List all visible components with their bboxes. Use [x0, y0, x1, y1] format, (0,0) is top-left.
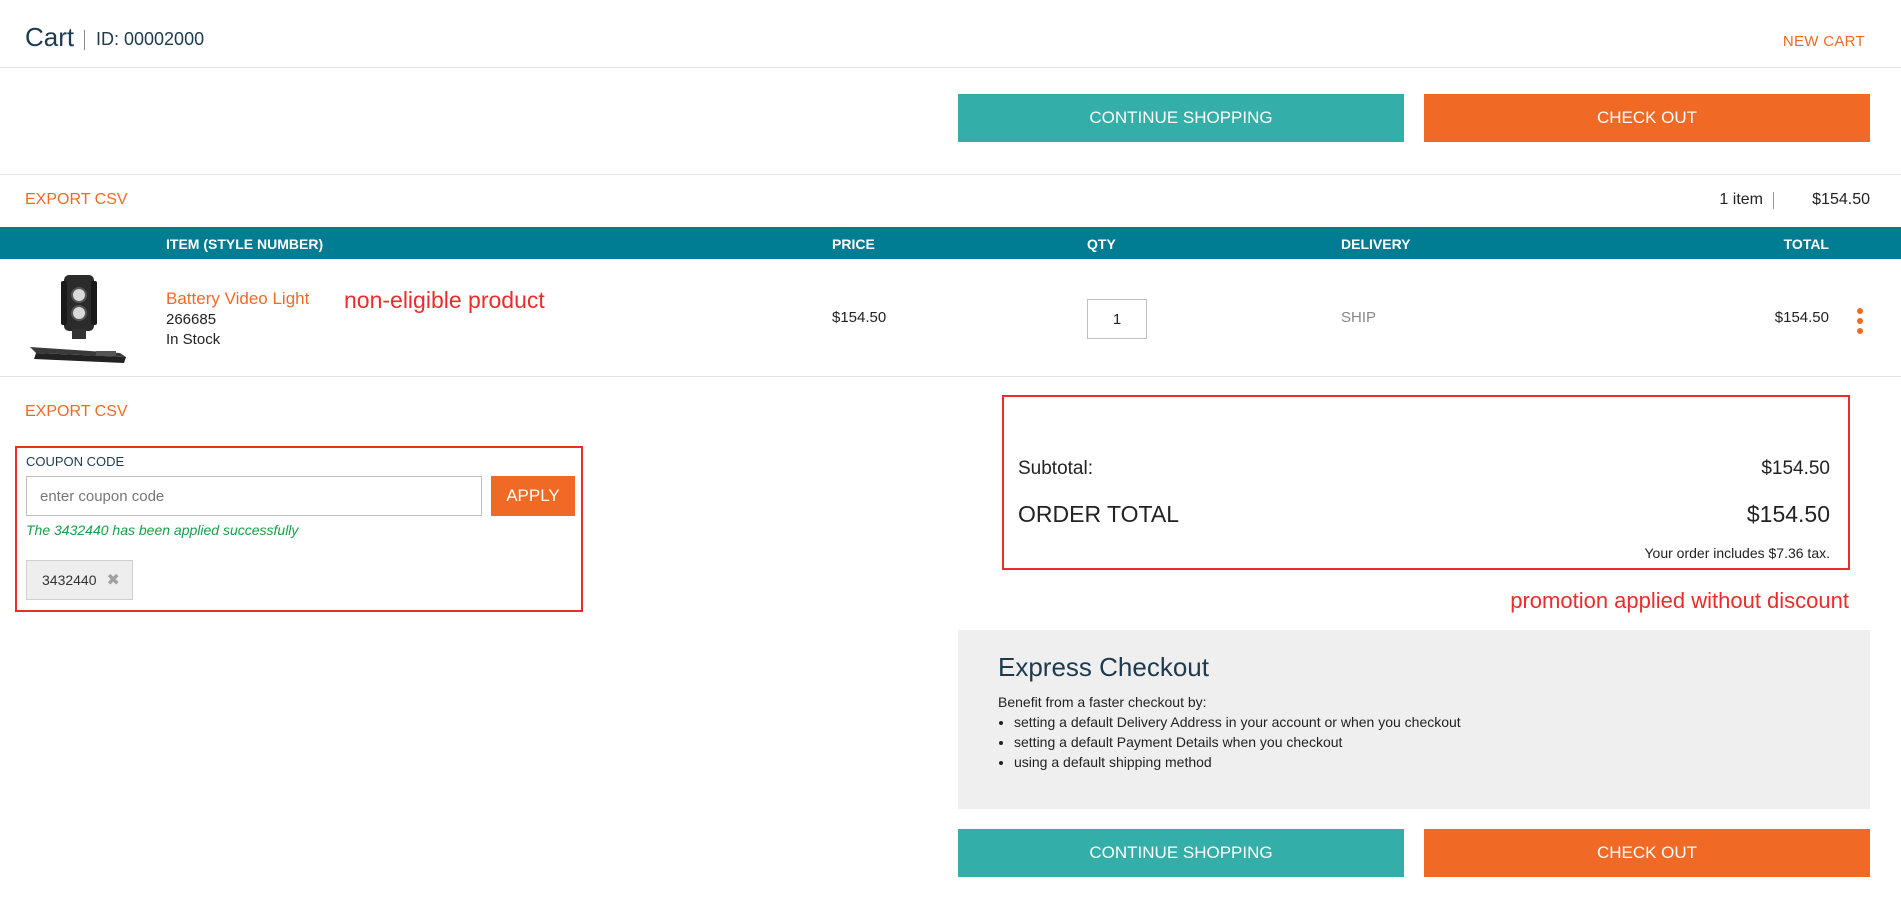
cart-header: Cart ID: 00002000 NEW CART: [0, 0, 1901, 68]
kebab-menu-icon[interactable]: [1855, 308, 1865, 334]
coupon-section: COUPON CODE APPLY The 3432440 has been a…: [15, 446, 583, 612]
product-total: $154.50: [1774, 309, 1829, 326]
apply-coupon-button[interactable]: APPLY: [491, 476, 575, 516]
column-header-price: PRICE: [832, 236, 875, 252]
battery-video-light-image: [30, 275, 126, 363]
summary-divider: [1773, 192, 1774, 209]
express-checkout-list: setting a default Delivery Address in yo…: [998, 712, 1461, 772]
new-cart-link[interactable]: NEW CART: [1783, 33, 1865, 50]
item-count: 1 item: [1719, 191, 1763, 208]
continue-shopping-button-top[interactable]: CONTINUE SHOPPING: [958, 94, 1404, 142]
quantity-input[interactable]: [1087, 299, 1147, 339]
product-stock-status: In Stock: [166, 331, 221, 348]
subtotal-value: $154.50: [1761, 458, 1830, 479]
list-item: using a default shipping method: [1014, 752, 1461, 772]
applied-coupon-chip: 3432440 ✖: [26, 560, 133, 600]
order-totals: Subtotal: $154.50 ORDER TOTAL $154.50 Yo…: [1002, 395, 1850, 570]
product-price: $154.50: [832, 309, 887, 326]
product-delivery: SHIP: [1341, 309, 1377, 326]
coupon-input[interactable]: [26, 476, 482, 516]
tax-note: Your order includes $7.36 tax.: [1644, 545, 1831, 561]
close-icon[interactable]: ✖: [107, 570, 120, 590]
continue-shopping-button-bottom[interactable]: CONTINUE SHOPPING: [958, 829, 1404, 877]
annotation-promotion: promotion applied without discount: [1510, 588, 1849, 613]
check-out-button-bottom[interactable]: CHECK OUT: [1424, 829, 1870, 877]
list-item: setting a default Delivery Address in yo…: [1014, 712, 1461, 732]
summary-total: $154.50: [1812, 191, 1870, 208]
column-header-qty: QTY: [1087, 236, 1116, 252]
list-item: setting a default Payment Details when y…: [1014, 732, 1461, 752]
product-style-number: 266685: [166, 311, 217, 328]
express-checkout-intro: Benefit from a faster checkout by:: [998, 694, 1207, 710]
subtotal-label: Subtotal:: [1018, 458, 1093, 479]
title-divider: [84, 30, 85, 50]
order-total-label: ORDER TOTAL: [1018, 501, 1180, 527]
table-row: Battery Video Light 266685 In Stock non-…: [0, 259, 1901, 377]
product-name-link[interactable]: Battery Video Light: [166, 289, 309, 309]
coupon-label: COUPON CODE: [26, 454, 125, 469]
column-header-total: TOTAL: [1783, 236, 1829, 252]
cart-table-header: ITEM (STYLE NUMBER) PRICE QTY DELIVERY T…: [0, 227, 1901, 259]
column-header-delivery: DELIVERY: [1341, 236, 1411, 252]
export-csv-link-bottom[interactable]: EXPORT CSV: [25, 403, 128, 421]
order-total-value: $154.50: [1746, 501, 1830, 527]
express-checkout-title: Express Checkout: [998, 652, 1209, 682]
applied-coupon-code: 3432440: [42, 572, 97, 588]
column-header-item: ITEM (STYLE NUMBER): [166, 236, 324, 252]
coupon-success-message: The 3432440 has been applied successfull…: [26, 522, 299, 538]
check-out-button-top[interactable]: CHECK OUT: [1424, 94, 1870, 142]
export-csv-link-top[interactable]: EXPORT CSV: [25, 191, 128, 209]
page-title: Cart: [25, 22, 75, 52]
cart-id: ID: 00002000: [96, 29, 205, 49]
annotation-non-eligible: non-eligible product: [344, 287, 545, 313]
express-checkout-panel: Express Checkout Benefit from a faster c…: [958, 630, 1870, 809]
top-actions: CONTINUE SHOPPING CHECK OUT: [0, 68, 1901, 175]
